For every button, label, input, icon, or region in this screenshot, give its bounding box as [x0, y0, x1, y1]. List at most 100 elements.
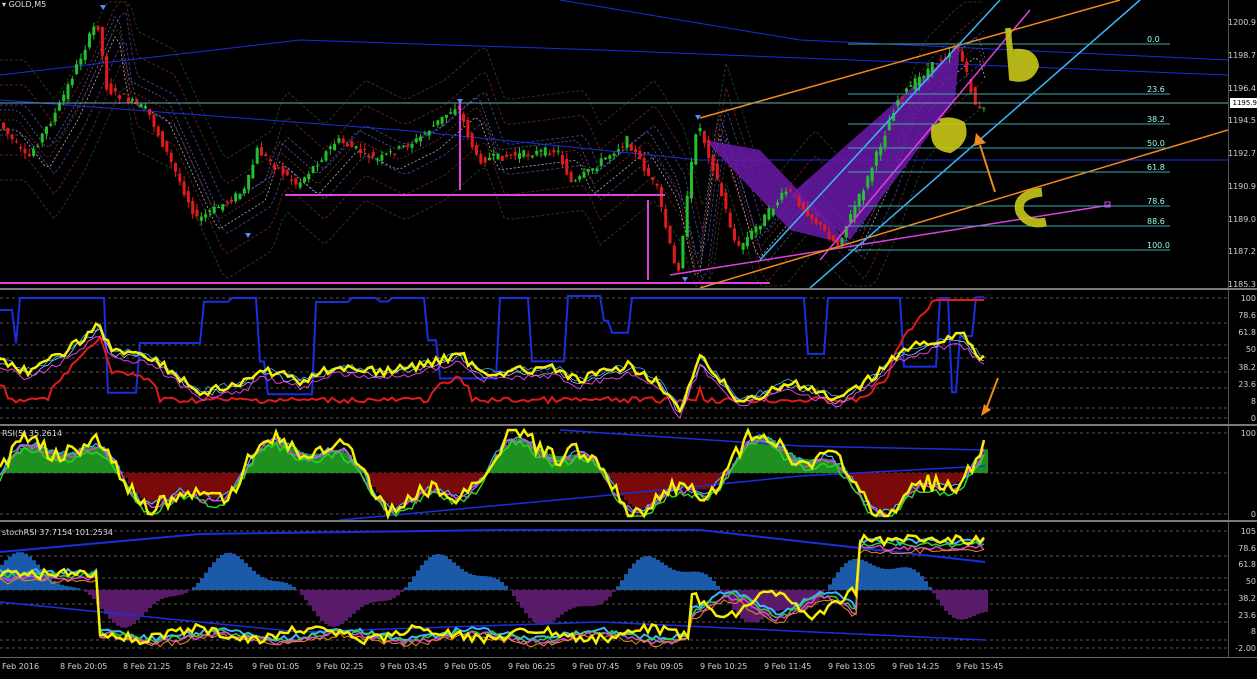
stochrsi-histogram-bar — [488, 577, 492, 590]
stochrsi-histogram-bar — [300, 590, 304, 595]
time-label: 9 Feb 02:25 — [316, 662, 363, 671]
stochrsi-histogram-bar — [588, 590, 592, 606]
candle-body — [742, 243, 745, 250]
stochrsi-histogram-bar — [108, 590, 112, 619]
candle-body — [372, 152, 375, 156]
candle-body — [342, 139, 345, 143]
stochrsi-histogram-bar — [88, 590, 92, 595]
rsi-pane[interactable]: RSI(5) 35.2614 — [0, 426, 1228, 520]
stochrsi-histogram-bar — [348, 590, 352, 617]
stochrsi-scale-tick: -2.00 — [1235, 644, 1256, 653]
candle-body — [600, 158, 603, 165]
stochrsi-histogram-bar — [664, 565, 668, 590]
trend-ma-line — [560, 0, 1228, 60]
stochrsi-histogram-bar — [920, 576, 924, 590]
stochrsi-histogram-bar — [500, 582, 504, 590]
candle-body — [445, 115, 448, 118]
stochrsi-histogram-bar — [160, 590, 164, 599]
stochrsi-histogram-bar — [344, 590, 348, 621]
stochrsi-histogram-bar — [412, 576, 416, 590]
candle-body — [750, 231, 753, 239]
rsi-histogram-bar — [888, 473, 892, 510]
stochrsi-histogram-bar — [316, 590, 320, 616]
candle-body — [286, 171, 289, 175]
stochrsi-histogram-bar — [620, 580, 624, 590]
stochrsi-histogram-bar — [56, 583, 60, 590]
stochrsi-histogram-bar — [420, 565, 424, 590]
candle-body — [385, 153, 388, 154]
price-scale[interactable]: 1200.91198.71196.41194.51192.71190.91189… — [1228, 0, 1257, 288]
candle-body — [191, 201, 194, 214]
stochrsi-histogram-bar — [444, 556, 448, 590]
stochrsi-histogram-bar — [896, 568, 900, 590]
time-label: 9 Feb 13:05 — [828, 662, 875, 671]
oscillator-pane[interactable] — [0, 290, 1228, 424]
stochrsi-histogram-bar — [560, 590, 564, 615]
stochrsi-histogram-bar — [880, 568, 884, 590]
rsi-histogram-bar — [256, 452, 260, 473]
candle-body — [475, 145, 478, 155]
stochrsi-histogram-bar — [224, 553, 228, 590]
stochrsi-histogram-bar — [112, 590, 116, 623]
stochrsi-histogram-bar — [612, 590, 616, 592]
price-chart-pane[interactable]: ▾ GOLD,M5 0.023.638.250.061.878.688.6100… — [0, 0, 1228, 288]
stochrsi-histogram-bar — [708, 577, 712, 590]
annotation-letter-b — [1008, 28, 1036, 79]
stochrsi-histogram-bar — [240, 559, 244, 590]
candle-body — [200, 217, 203, 221]
candle-body — [71, 79, 74, 85]
candle-body — [471, 133, 474, 147]
stochrsi-pane[interactable]: stochRSI 37.7154 101.2534 — [0, 522, 1228, 657]
stochrsi-histogram-bar — [248, 567, 252, 590]
stochrsi-histogram-bar — [140, 590, 144, 616]
stochrsi-histogram-bar — [668, 568, 672, 590]
stochrsi-histogram-bar — [164, 590, 168, 598]
stochrsi-histogram-bar — [960, 590, 964, 620]
candle-body — [355, 146, 358, 148]
candle-body — [823, 224, 826, 230]
rsi-histogram-bar — [896, 473, 900, 505]
rsi-canvas[interactable] — [0, 426, 1228, 520]
rsi-histogram-bar — [168, 473, 172, 498]
stochrsi-canvas[interactable] — [0, 522, 1228, 657]
candle-body — [183, 181, 186, 195]
oscillator-canvas[interactable] — [0, 290, 1228, 424]
candle-body — [656, 184, 659, 186]
stochrsi-histogram-bar — [600, 590, 604, 603]
stochrsi-histogram-bar — [464, 572, 468, 590]
candle-body — [643, 158, 646, 171]
candle-body — [97, 26, 100, 30]
stochrsi-histogram-bar — [244, 563, 248, 590]
rsi-scale: 1000 — [1228, 426, 1257, 520]
candle-body — [888, 121, 891, 130]
price-chart-canvas[interactable] — [0, 0, 1228, 288]
candle-body — [28, 154, 31, 156]
stochrsi-histogram-bar — [608, 590, 612, 597]
stochrsi-histogram-bar — [860, 560, 864, 590]
candle-body — [755, 227, 758, 233]
time-label: 9 Feb 07:45 — [572, 662, 619, 671]
candle-body — [359, 149, 362, 153]
stochrsi-histogram-bar — [512, 590, 516, 596]
stochrsi-histogram-bar — [536, 590, 540, 624]
rsi-histogram-bar — [440, 473, 444, 492]
stochrsi-scale-tick: 23.6 — [1238, 611, 1256, 620]
oscillator-scale-tick: 78.6 — [1238, 311, 1256, 320]
rsi-scale-tick: 0 — [1251, 510, 1256, 519]
rsi-histogram-bar — [704, 473, 708, 489]
candle-body — [673, 246, 676, 264]
candle-body — [694, 134, 697, 164]
oscillator-scale-tick: 61.8 — [1238, 328, 1256, 337]
stochrsi-histogram-bar — [660, 562, 664, 590]
candle-body — [226, 201, 229, 202]
candle-body — [527, 154, 530, 155]
candle-body — [875, 152, 878, 166]
symbol-text: GOLD,M5 — [9, 0, 47, 9]
candle-body — [638, 151, 641, 159]
candle-body — [604, 158, 607, 160]
candle-body — [247, 175, 250, 189]
stochrsi-histogram-bar — [580, 590, 584, 606]
rsi-histogram-bar — [892, 473, 896, 508]
time-axis: Feb 20168 Feb 20:058 Feb 21:258 Feb 22:4… — [0, 657, 1257, 679]
candle-body — [552, 150, 555, 152]
